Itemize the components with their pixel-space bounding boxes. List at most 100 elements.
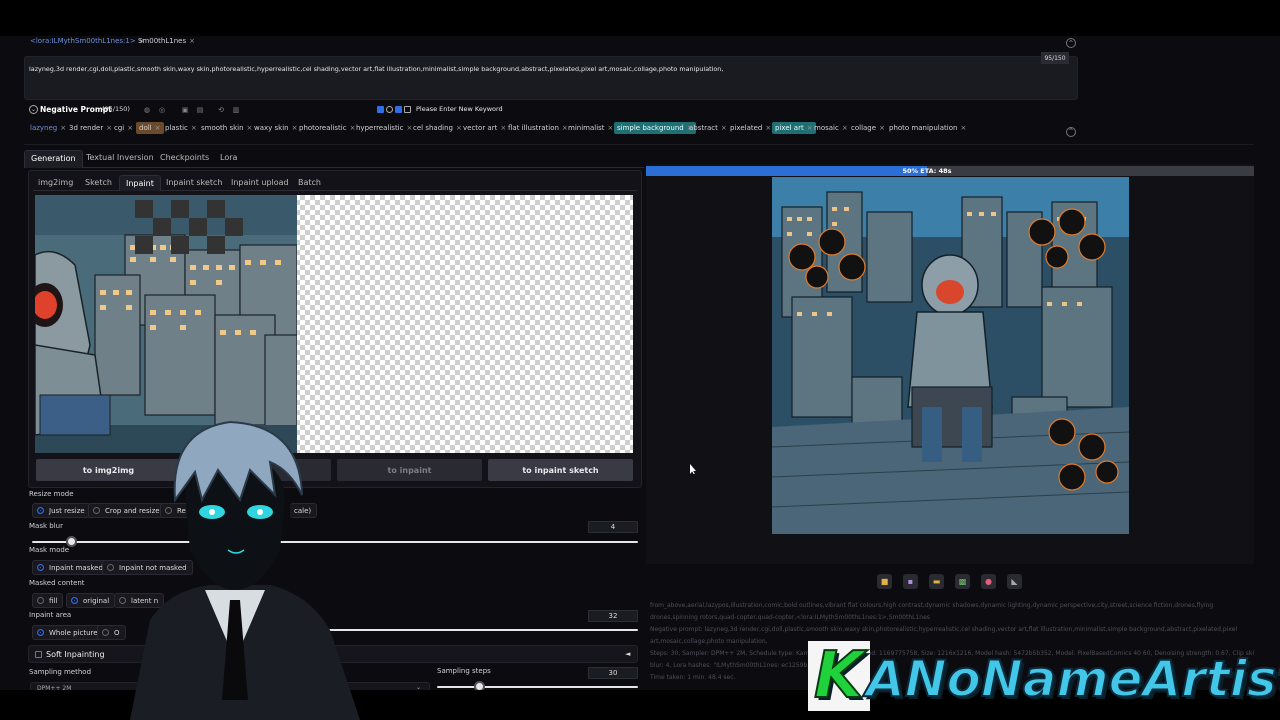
sampling-steps-label: Sampling steps — [437, 667, 491, 675]
negative-tag[interactable]: cgi × — [114, 124, 133, 132]
positive-prompt-input[interactable]: lazyneg,3d render,cgi,doll,plastic,smoot… — [24, 52, 1078, 100]
checkbox-icon[interactable] — [35, 651, 42, 658]
progress-text: 50% ETA: 48s — [902, 167, 952, 175]
ruler-icon[interactable]: ◣ — [1007, 574, 1022, 589]
negative-tag[interactable]: doll × — [136, 122, 164, 134]
negative-tag[interactable]: plastic × — [165, 124, 197, 132]
to-inpaint-sketch-button[interactable]: to inpaint sketch — [488, 459, 633, 481]
tab-textual-inversion[interactable]: Textual Inversion — [86, 153, 154, 162]
negative-tag[interactable]: pixel art × — [772, 122, 816, 134]
trash-icon[interactable]: ▥ — [230, 104, 242, 116]
tab-lora[interactable]: Lora — [220, 153, 237, 162]
save-icon[interactable]: ▪ — [903, 574, 918, 589]
negative-tag[interactable]: mosaic × — [814, 124, 848, 132]
resize-just-resize[interactable]: Just resize — [32, 503, 91, 518]
negative-tag[interactable]: pixelated × — [730, 124, 771, 132]
mask-blur-label: Mask blur — [29, 522, 63, 530]
tab-sketch[interactable]: Sketch — [85, 178, 112, 187]
negative-tag[interactable]: waxy skin × — [254, 124, 297, 132]
tab-inpaint[interactable]: Inpaint — [119, 175, 161, 191]
info-line: Negative prompt: lazyneg,3d render,cgi,d… — [650, 626, 1238, 633]
sampling-method-label: Sampling method — [29, 668, 92, 676]
inpaint-area-label: Inpaint area — [29, 611, 72, 619]
mask-mode-label: Mask mode — [29, 546, 70, 554]
vtuber-avatar — [130, 420, 360, 720]
top-black-bar — [0, 0, 1280, 36]
folder-icon[interactable]: ■ — [877, 574, 892, 589]
image-icon[interactable]: ▩ — [955, 574, 970, 589]
negative-tag[interactable]: vector art × — [463, 124, 506, 132]
info-line: Time taken: 1 min. 48.4 sec. — [650, 674, 736, 681]
info-line: art,mosaic,collage,photo manipulation, — [650, 638, 768, 645]
remove-tag-icon[interactable]: × — [189, 37, 195, 45]
radio-icon — [37, 564, 44, 571]
tool-icon[interactable]: ◎ — [156, 104, 168, 116]
palette-icon[interactable]: ● — [981, 574, 996, 589]
negative-tag-row: lazyneg × 3d render × cgi × doll × plastic × … — [24, 122, 1064, 136]
zip-icon[interactable]: ▬ — [929, 574, 944, 589]
tab-checkpoints[interactable]: Checkpoints — [160, 153, 209, 162]
toggle-icon[interactable] — [386, 106, 393, 113]
result-toolbar: ■ ▪ ▬ ▩ ● ◣ — [876, 573, 1026, 591]
positive-prompt-text: lazyneg,3d render,cgi,doll,plastic,smoot… — [29, 65, 724, 73]
padding-value[interactable]: 32 — [588, 610, 638, 622]
cursor-icon — [690, 464, 696, 474]
radio-icon — [71, 597, 78, 604]
collapse-icon[interactable]: ^ — [1066, 38, 1076, 48]
negative-tag[interactable]: lazyneg × — [30, 124, 66, 132]
radio-icon — [37, 597, 44, 604]
negative-tag[interactable]: cel shading × — [413, 124, 462, 132]
tool-icon[interactable]: ▤ — [194, 104, 206, 116]
lora-tag[interactable]: Sm00thL1nes × — [138, 37, 195, 45]
checkbox-icon[interactable] — [404, 106, 411, 113]
watermark-name: ANoNameArtist — [865, 649, 1280, 709]
lora-tag[interactable]: <lora:ILMythSm00thL1nes:1> × — [30, 37, 145, 45]
tab-generation[interactable]: Generation — [24, 150, 83, 168]
negative-tag[interactable]: smooth skin × — [201, 124, 252, 132]
tab-batch[interactable]: Batch — [298, 178, 321, 187]
negative-tag[interactable]: minimalist × — [568, 124, 613, 132]
info-line: blur: 4, Lora hashes: "ILMythSm00thL1nes… — [650, 662, 816, 669]
negative-tag[interactable]: photorealistic × — [299, 124, 355, 132]
keyword-input[interactable]: Please Enter New Keyword — [416, 105, 503, 113]
masked-content-label: Masked content — [29, 579, 85, 587]
output-panel: 50% ETA: 48s — [646, 164, 1254, 564]
sub-tab-row: img2img Sketch Inpaint Inpaint sketch In… — [33, 175, 637, 191]
lora-tag-row: <lora:ILMythSm00thL1nes:1> × Sm00thL1nes × — [24, 36, 1078, 48]
tool-icon[interactable]: ◍ — [141, 104, 153, 116]
negative-tag[interactable]: flat illustration × — [508, 124, 568, 132]
mask-blur-value[interactable]: 4 — [588, 521, 638, 533]
radio-icon — [37, 507, 44, 514]
collapse-circle-icon[interactable]: ⌄ — [29, 105, 38, 114]
negative-tag[interactable]: photo manipulation × — [889, 124, 966, 132]
negative-prompt-title: Negative Prompt — [40, 105, 112, 114]
info-line: from_above,aerial,lazypos,illustration,c… — [650, 602, 1214, 609]
tab-inpaint-upload[interactable]: Inpaint upload — [231, 178, 289, 187]
masked-content-fill[interactable]: fill — [32, 593, 64, 608]
sampling-steps-slider[interactable] — [437, 686, 638, 688]
tab-img2img[interactable]: img2img — [38, 178, 73, 187]
collapse-arrow-icon[interactable]: ◄ — [625, 650, 630, 658]
negative-prompt-header: ⌄ Negative Prompt (95/150) ◍ ◎ ▣ ▤ ⟲ ▥ P… — [29, 104, 1079, 118]
tab-inpaint-sketch[interactable]: Inpaint sketch — [166, 178, 222, 187]
tool-icon[interactable]: ⟲ — [215, 104, 227, 116]
negative-tag[interactable]: simple background × — [614, 122, 696, 134]
tool-icon[interactable]: ▣ — [179, 104, 191, 116]
main-tab-row: Generation Textual Inversion Checkpoints… — [24, 150, 644, 168]
progress-bar: 50% ETA: 48s — [646, 166, 1254, 176]
negative-tag[interactable]: hyperrealistic × — [356, 124, 412, 132]
negative-prompt-count: (95/150) — [102, 105, 130, 113]
generated-image[interactable] — [772, 177, 1129, 534]
negative-tag[interactable]: 3d render × — [69, 124, 112, 132]
divider — [24, 144, 1254, 145]
sampling-steps-value[interactable]: 30 — [588, 667, 638, 679]
resize-mode-label: Resize mode — [29, 490, 74, 498]
checkbox-icon[interactable] — [395, 106, 402, 113]
info-line: drones,spinning rotors,quad-copter,quad-… — [650, 614, 930, 621]
collapse-icon[interactable]: ^ — [1066, 127, 1076, 137]
checkbox-icon[interactable] — [377, 106, 384, 113]
negative-tag[interactable]: abstract × — [689, 124, 727, 132]
negative-tag[interactable]: collage × — [851, 124, 885, 132]
watermark-letter: K — [808, 640, 870, 712]
radio-icon — [37, 629, 44, 636]
